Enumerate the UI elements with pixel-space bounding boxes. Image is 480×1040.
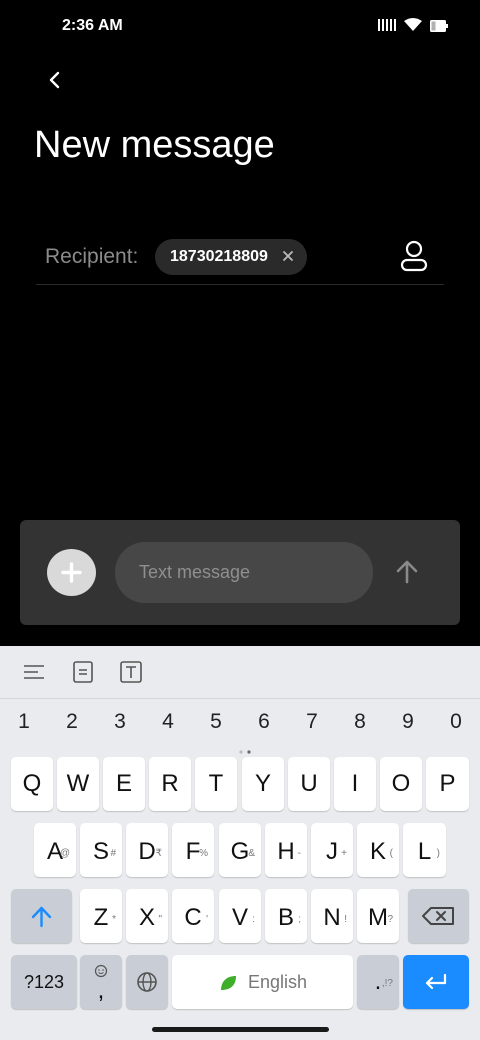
key-k[interactable]: (K xyxy=(357,823,399,877)
enter-key[interactable] xyxy=(403,955,469,1009)
key-h[interactable]: -H xyxy=(265,823,307,877)
key-0[interactable]: 0 xyxy=(441,710,471,734)
key-9[interactable]: 9 xyxy=(393,710,423,734)
backspace-icon xyxy=(422,907,454,925)
add-attachment-button[interactable] xyxy=(47,549,96,596)
period-key[interactable]: ,!?. xyxy=(357,955,399,1009)
key-c[interactable]: ' C xyxy=(172,889,214,943)
enter-icon xyxy=(425,973,447,990)
shift-key[interactable] xyxy=(11,889,72,943)
globe-icon xyxy=(137,972,157,992)
key-p[interactable]: P xyxy=(426,757,469,811)
key-s[interactable]: # S xyxy=(80,823,122,877)
key-g[interactable]: & G xyxy=(219,823,261,877)
key-4[interactable]: 4 xyxy=(153,710,183,734)
key-b[interactable]: ; B xyxy=(265,889,307,943)
text-format-icon[interactable] xyxy=(119,660,143,684)
key-a[interactable]: @ A xyxy=(34,823,76,877)
wifi-icon xyxy=(404,18,422,37)
key-w[interactable]: W xyxy=(57,757,99,811)
key-7[interactable]: 7 xyxy=(297,710,327,734)
page-dots xyxy=(238,742,252,754)
key-2[interactable]: 2 xyxy=(57,710,87,734)
language-key[interactable] xyxy=(126,955,168,1009)
symbols-key[interactable]: ?123 xyxy=(11,955,77,1009)
status-icons xyxy=(378,18,448,37)
contacts-button[interactable] xyxy=(396,238,432,276)
remove-recipient-icon[interactable] xyxy=(279,247,297,265)
key-y[interactable]: Y xyxy=(242,757,284,811)
key-i[interactable]: I xyxy=(334,757,376,811)
key-1[interactable]: 1 xyxy=(9,710,39,734)
recipient-divider xyxy=(36,284,444,285)
leaf-icon xyxy=(220,976,236,991)
recipient-chip-number: 18730218809 xyxy=(170,248,268,265)
home-indicator[interactable] xyxy=(152,1027,329,1032)
key-z[interactable]: * Z xyxy=(80,889,122,943)
back-arrow-icon xyxy=(49,71,60,89)
key-5[interactable]: 5 xyxy=(201,710,231,734)
recipient-label: Recipient: xyxy=(45,245,139,268)
emoji-comma-key[interactable]: , xyxy=(80,955,122,1009)
status-time: 2:36 AM xyxy=(62,17,123,34)
back-button[interactable] xyxy=(40,64,70,96)
key-6[interactable]: 6 xyxy=(249,710,279,734)
emoji-icon xyxy=(94,964,108,978)
key-o[interactable]: O xyxy=(380,757,422,811)
key-r[interactable]: R xyxy=(149,757,191,811)
plus-icon xyxy=(61,562,82,583)
key-j[interactable]: + J xyxy=(311,823,353,877)
shift-arrow-icon xyxy=(31,906,52,928)
key-u[interactable]: U xyxy=(288,757,330,811)
key-d[interactable]: ₹ D xyxy=(126,823,168,877)
menu-icon[interactable] xyxy=(22,660,46,684)
key-v[interactable]: :V xyxy=(219,889,261,943)
clipboard-icon[interactable] xyxy=(71,660,95,684)
battery-icon xyxy=(430,19,448,37)
key-m[interactable]: ? M xyxy=(357,889,399,943)
person-icon xyxy=(400,240,428,272)
key-q[interactable]: Q xyxy=(11,757,53,811)
backspace-key[interactable] xyxy=(408,889,469,943)
key-f[interactable]: % F xyxy=(172,823,214,877)
signal-icon xyxy=(378,18,396,37)
send-button[interactable] xyxy=(390,555,424,589)
key-e[interactable]: E xyxy=(103,757,145,811)
key-n[interactable]: ! N xyxy=(311,889,353,943)
key-x[interactable]: " X xyxy=(126,889,168,943)
message-input[interactable]: Text message xyxy=(115,542,373,603)
space-key[interactable]: English xyxy=(172,955,353,1009)
key-3[interactable]: 3 xyxy=(105,710,135,734)
key-8[interactable]: 8 xyxy=(345,710,375,734)
recipient-chip[interactable]: 18730218809 xyxy=(155,239,307,275)
key-l[interactable]: ) L xyxy=(403,823,446,877)
page-title: New message xyxy=(34,124,275,166)
arrow-up-icon xyxy=(396,560,418,584)
key-t[interactable]: T xyxy=(195,757,237,811)
